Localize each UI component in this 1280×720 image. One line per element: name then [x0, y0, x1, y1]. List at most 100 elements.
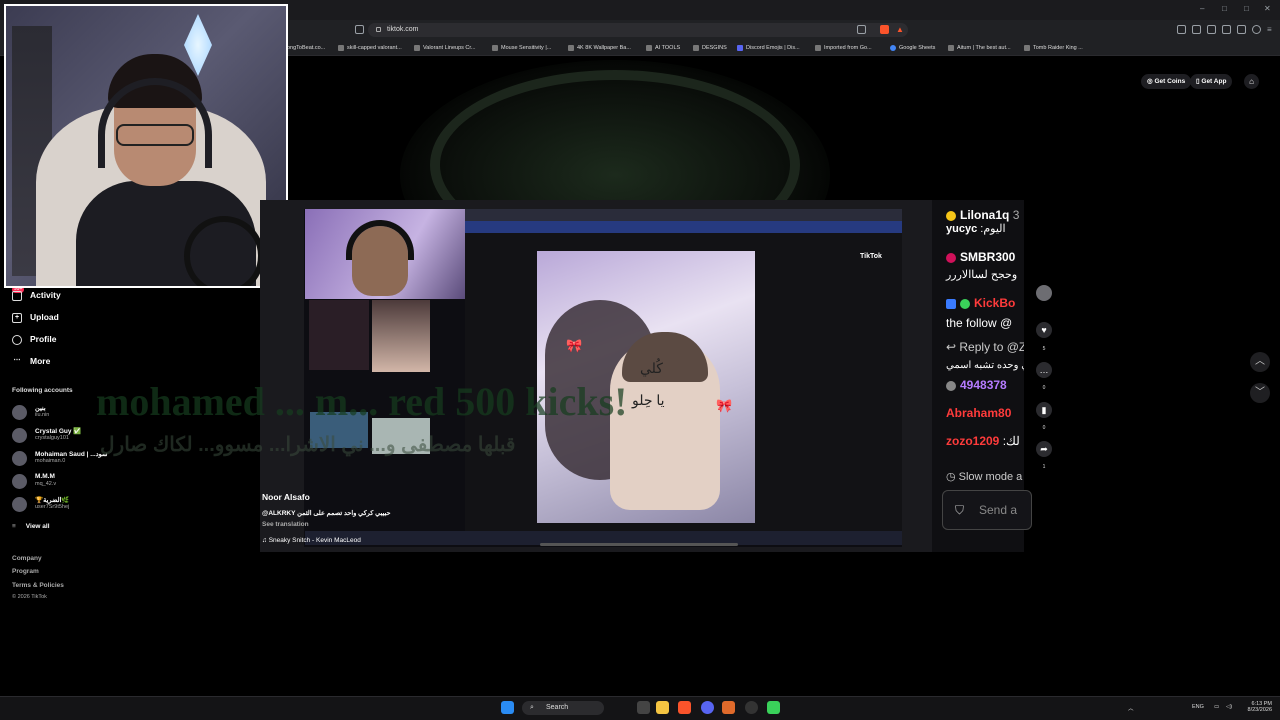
bookmark-folder[interactable]: Imported from Go... — [815, 42, 872, 54]
video-overlay-title: mohamed ... m... red 500 kicks! — [96, 379, 628, 424]
sidebar-item-upload[interactable]: + Upload — [12, 312, 59, 323]
caption-text: حبيبي كركي واحد تصمم على الثمن — [297, 510, 391, 517]
file-explorer-icon[interactable] — [656, 701, 669, 714]
app-icon[interactable] — [767, 701, 780, 714]
bookmark-item[interactable]: skill-capped valorant... — [338, 42, 402, 54]
slow-mode-icon: ◷ — [946, 471, 959, 483]
reply-indicator[interactable]: ↩ Reply to @Z — [946, 340, 1024, 354]
brave-browser-icon[interactable] — [678, 701, 691, 714]
video-inner-tabs — [465, 209, 902, 221]
bookmark-favicon-icon — [492, 44, 498, 51]
see-translation-link[interactable]: See translation — [262, 521, 309, 528]
network-icon[interactable]: ▭ — [1214, 704, 1219, 710]
media-icon[interactable] — [1192, 25, 1201, 34]
tray-chevron-icon[interactable]: ︿ — [1128, 704, 1134, 712]
menu-icon[interactable]: ≡ — [1267, 25, 1276, 34]
screen-share-icon[interactable] — [857, 25, 866, 34]
plus-square-icon: + — [12, 312, 22, 323]
following-account[interactable]: 🏆الضرية🌿 user7Sr9t5hej — [12, 496, 112, 514]
footer-link-company[interactable]: Company — [12, 555, 42, 562]
bookmark-item[interactable]: Valorant Lineups Cr... — [414, 42, 475, 54]
sidebar-item-profile[interactable]: Profile — [12, 334, 56, 345]
following-account[interactable]: Crystal Guy ✅ crystalguy101 — [12, 427, 112, 445]
bookmark-item[interactable]: 4K 8K Wallpaper Ba... — [568, 42, 631, 54]
taskbar-search[interactable]: ⌕ Search — [522, 701, 604, 715]
heart-icon[interactable]: ♥ — [1036, 322, 1052, 338]
volume-icon[interactable]: ◁) — [1226, 704, 1232, 710]
following-title: Following accounts — [12, 387, 73, 394]
bookmark-folder[interactable]: AI TOOLS — [646, 42, 680, 54]
view-all-link[interactable]: ≡ View all — [12, 523, 50, 530]
bookmark-folder[interactable]: DESGINS — [693, 42, 727, 54]
windows-start-icon[interactable] — [501, 701, 514, 714]
video-author[interactable]: Noor Alsafo — [262, 492, 310, 502]
discord-icon[interactable] — [701, 701, 714, 714]
webcam-glasses — [116, 124, 194, 146]
footer-link-program[interactable]: Program — [12, 568, 39, 575]
obs-icon[interactable] — [745, 701, 758, 714]
bookmark-item[interactable]: ongToBeat.co... — [287, 42, 325, 54]
app-icon[interactable] — [722, 701, 735, 714]
dots-icon: ⋯ — [13, 356, 21, 364]
folder-icon — [815, 44, 821, 51]
bookmark-item[interactable]: Mouse Sensitivity |... — [492, 42, 551, 54]
sidebar-item-more[interactable]: ⋯ More — [12, 356, 51, 367]
close-icon[interactable]: ✕ — [1264, 4, 1271, 13]
bookmark-icon[interactable]: ▮ — [1036, 402, 1052, 418]
previous-video-button[interactable]: ︿ — [1250, 352, 1270, 372]
close-window-icon[interactable]: □ — [1244, 4, 1249, 13]
video-inner-photo — [372, 300, 430, 372]
bookmark-item[interactable]: Google Sheets — [890, 42, 935, 54]
get-app-button[interactable]: ▯ Get App — [1190, 74, 1233, 89]
footer-link-terms[interactable]: Terms & Policies — [12, 582, 64, 589]
discord-icon — [737, 44, 743, 51]
maximize-icon[interactable]: □ — [1222, 4, 1227, 13]
language-indicator[interactable]: ENG — [1192, 704, 1204, 710]
google-icon — [890, 44, 896, 51]
bookmark-item[interactable]: Discord Emojis | Dis... — [737, 42, 800, 54]
profile-icon[interactable] — [1252, 25, 1261, 34]
avatar — [12, 428, 27, 443]
extensions-icon[interactable] — [1177, 25, 1186, 34]
share-icon[interactable]: ➦ — [1036, 441, 1052, 457]
bookmark-item[interactable]: Aitum | The best aut... — [948, 42, 1011, 54]
avatar — [12, 474, 27, 489]
video-inner-address-bar — [465, 221, 902, 233]
inbox-icon[interactable]: ⌂ — [1244, 74, 1259, 89]
minimize-icon[interactable]: – — [1200, 4, 1204, 13]
brave-shield-icon[interactable] — [880, 25, 889, 34]
bookmark-count: 0 — [1042, 425, 1046, 431]
following-account[interactable]: M.M.M mq_42.v — [12, 473, 112, 491]
streamer-webcam — [4, 4, 288, 288]
folder-icon — [646, 44, 652, 51]
brave-rewards-icon[interactable]: ▲ — [896, 25, 905, 34]
clock[interactable]: 6:13 PM 8/23/2026 — [1246, 701, 1272, 713]
level-badge-icon — [946, 380, 956, 391]
chat-message: Abraham80 — [946, 406, 1012, 420]
chat-input[interactable]: ⛉ Send a — [942, 490, 1032, 530]
creator-avatar[interactable] — [1036, 285, 1052, 301]
bookmark-item[interactable]: Tomb Raider King ... — [1024, 42, 1083, 54]
chat-message: وحجح لساالاررر — [946, 269, 1018, 281]
video-music[interactable]: ♫ Sneaky Snitch - Kevin MacLeod — [262, 537, 361, 544]
comment-icon[interactable]: … — [1036, 362, 1052, 378]
sidebar-item-activity[interactable]: Activity — [12, 290, 61, 301]
bow-icon: 🎀 — [566, 338, 583, 353]
video-progress-bar[interactable] — [540, 543, 738, 546]
address-bar[interactable]: tiktok.com — [368, 23, 908, 37]
wallet-icon[interactable] — [1222, 25, 1231, 34]
get-coins-button[interactable]: ◎ Get Coins — [1141, 74, 1192, 89]
following-account[interactable]: Mohaiman Saud | ...سود mohaiman.0 — [12, 450, 112, 468]
next-video-button[interactable]: ﹀ — [1250, 383, 1270, 403]
site-info-icon[interactable] — [376, 26, 381, 32]
sidebar-toggle-icon[interactable] — [1207, 25, 1216, 34]
coin-badge-icon — [946, 210, 956, 221]
webcam-mic — [184, 216, 264, 286]
caption-handle[interactable]: @ALKRKY — [262, 510, 295, 517]
bookmark-page-icon[interactable] — [355, 25, 364, 34]
video-overlay-arabic: قبلها مصطفى و... ني الاشرا... مسوو... لك… — [100, 434, 516, 456]
like-count: 5 — [1042, 346, 1046, 352]
vpn-icon[interactable] — [1237, 25, 1246, 34]
task-view-icon[interactable] — [637, 701, 650, 714]
comment-count: 0 — [1042, 385, 1046, 391]
